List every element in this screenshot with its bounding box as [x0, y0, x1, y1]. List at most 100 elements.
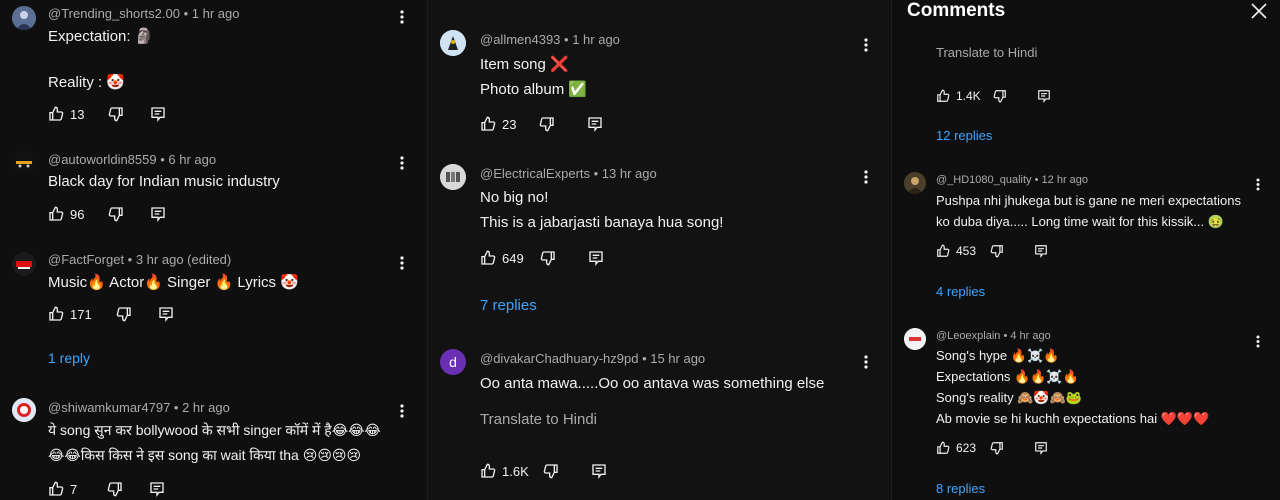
avatar[interactable] [440, 164, 466, 190]
comment-meta: @Leoexplain • 4 hr ago [936, 330, 1051, 342]
comment-text: Reality : 🤡 [48, 74, 126, 91]
reply-button[interactable] [591, 463, 607, 479]
comment-author[interactable]: @ElectricalExperts [480, 166, 590, 181]
comment-author[interactable]: @autoworldin8559 [48, 152, 157, 167]
dislike-button[interactable] [993, 89, 1007, 103]
avatar[interactable]: d [440, 349, 466, 375]
avatar[interactable] [12, 398, 36, 422]
more-vert-icon[interactable] [856, 35, 876, 55]
comments-panel-left: @Trending_shorts2.00 • 1 hr ago Expectat… [0, 0, 428, 500]
like-button[interactable]: 1.6K [480, 463, 529, 479]
like-button[interactable]: 171 [48, 306, 92, 322]
dislike-button[interactable] [990, 441, 1004, 455]
reply-button[interactable] [150, 106, 166, 122]
comment-time[interactable]: 3 hr ago (edited) [136, 252, 231, 267]
like-count: 1.6K [502, 463, 529, 479]
dislike-button[interactable] [539, 116, 555, 132]
comments-title: Comments [907, 0, 1006, 21]
like-button[interactable]: 13 [48, 106, 84, 122]
comment-author[interactable]: @FactForget [48, 252, 124, 267]
like-icon [481, 250, 496, 265]
like-button[interactable]: 23 [480, 116, 516, 132]
like-button[interactable]: 623 [936, 441, 976, 455]
comment-time[interactable]: 2 hr ago [182, 400, 230, 415]
dislike-button[interactable] [116, 306, 132, 322]
close-button[interactable] [1248, 0, 1270, 22]
avatar[interactable] [904, 328, 926, 350]
comment-author[interactable]: @Leoexplain [936, 330, 1000, 342]
dislike-button[interactable] [108, 206, 124, 222]
dislike-button[interactable] [990, 244, 1004, 258]
avatar[interactable] [12, 150, 36, 174]
like-icon [49, 306, 64, 321]
view-replies-button[interactable]: 12 replies [936, 128, 992, 143]
comment-text: ko duba diya..... Long time wait for thi… [936, 214, 1224, 229]
like-button[interactable]: 1.4K [936, 89, 981, 103]
dislike-icon [109, 207, 124, 222]
reply-icon [151, 107, 166, 122]
reply-button[interactable] [150, 206, 166, 222]
comment-time[interactable]: 4 hr ago [1010, 330, 1050, 342]
avatar[interactable] [904, 172, 926, 194]
comment-text: Black day for Indian music industry [48, 173, 280, 190]
dislike-button[interactable] [543, 463, 559, 479]
more-vert-icon[interactable] [392, 401, 412, 421]
translate-button[interactable]: Translate to Hindi [480, 411, 597, 428]
comment-time[interactable]: 15 hr ago [650, 351, 705, 366]
view-replies-button[interactable]: 8 replies [936, 481, 985, 496]
translate-button[interactable]: Translate to Hindi [936, 45, 1037, 60]
comment-text: Song's hype 🔥☠️🔥 [936, 348, 1060, 363]
comment-meta: @divakarChadhuary-hz9pd • 15 hr ago [480, 351, 706, 366]
comment-meta: @allmen4393 • 1 hr ago [480, 32, 620, 47]
comment-time[interactable]: 12 hr ago [1042, 174, 1088, 186]
more-vert-icon[interactable] [856, 167, 876, 187]
view-replies-button[interactable]: 1 reply [48, 350, 90, 366]
reply-button[interactable] [149, 481, 165, 497]
like-button[interactable]: 453 [936, 244, 976, 258]
reply-button[interactable] [1034, 441, 1048, 455]
comment-author[interactable]: @divakarChadhuary-hz9pd [480, 351, 638, 366]
like-button[interactable]: 649 [480, 250, 524, 266]
reply-button[interactable] [158, 306, 174, 322]
more-vert-icon[interactable] [1248, 174, 1268, 194]
more-vert-icon[interactable] [392, 153, 412, 173]
view-replies-button[interactable]: 7 replies [480, 297, 537, 314]
more-vert-icon[interactable] [856, 352, 876, 372]
like-icon [937, 89, 950, 102]
more-vert-icon[interactable] [392, 253, 412, 273]
comments-panel-middle: @allmen4393 • 1 hr ago Item song ❌ Photo… [428, 0, 892, 500]
comment-author[interactable]: @allmen4393 [480, 32, 560, 47]
comment-author[interactable]: @Trending_shorts2.00 [48, 6, 180, 21]
more-vert-icon[interactable] [392, 7, 412, 27]
avatar[interactable] [440, 30, 466, 56]
reply-button[interactable] [587, 116, 603, 132]
comment-text: Ab movie se hi kuchh expectations hai ❤️… [936, 411, 1210, 426]
avatar[interactable] [12, 252, 36, 276]
reply-button[interactable] [1037, 89, 1051, 103]
dislike-button[interactable] [108, 106, 124, 122]
comment-time[interactable]: 13 hr ago [602, 166, 657, 181]
comment-text: This is a jabarjasti banaya hua song! [480, 214, 724, 231]
like-button[interactable]: 96 [48, 206, 84, 222]
comment-time[interactable]: 1 hr ago [192, 6, 240, 21]
reply-button[interactable] [1034, 244, 1048, 258]
dislike-icon [993, 90, 1006, 103]
reply-button[interactable] [588, 250, 604, 266]
view-replies-button[interactable]: 4 replies [936, 284, 985, 299]
comment-actions: 23 [480, 114, 603, 134]
avatar[interactable] [12, 6, 36, 30]
comment-time[interactable]: 6 hr ago [168, 152, 216, 167]
dislike-button[interactable] [107, 481, 123, 497]
comment-actions: 623 [936, 438, 1048, 458]
comment-actions: 171 [48, 304, 174, 324]
comment-time[interactable]: 1 hr ago [572, 32, 620, 47]
comments-panel-right: Comments Translate to Hindi 1.4K 12 repl… [892, 0, 1280, 500]
like-button[interactable]: 7 [48, 481, 77, 497]
comment-meta: @Trending_shorts2.00 • 1 hr ago [48, 6, 240, 21]
reply-icon [588, 117, 603, 132]
comment-author[interactable]: @shiwamkumar4797 [48, 400, 170, 415]
dislike-button[interactable] [540, 250, 556, 266]
comment-text: Oo anta mawa.....Oo oo antava was someth… [480, 375, 825, 392]
comment-author[interactable]: @_HD1080_quality [936, 174, 1032, 186]
more-vert-icon[interactable] [1248, 331, 1268, 351]
